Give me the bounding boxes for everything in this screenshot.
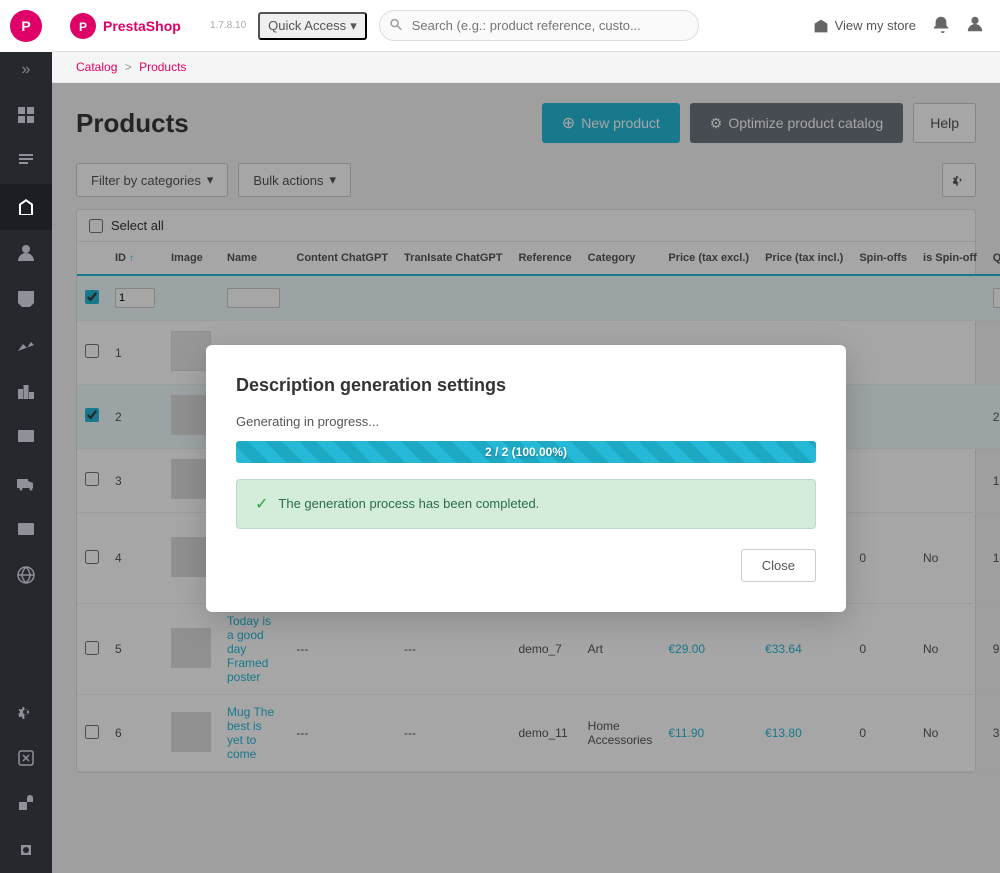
prestashop-logo-icon: P xyxy=(8,8,44,44)
view-my-store-link[interactable]: View my store xyxy=(813,18,916,34)
success-message-box: ✓ The generation process has been comple… xyxy=(236,479,816,529)
modal-overlay: Description generation settings Generati… xyxy=(52,83,1000,873)
user-account-icon[interactable] xyxy=(966,15,984,36)
sidebar-item-modules[interactable] xyxy=(0,368,52,414)
sidebar-item-dashboard[interactable] xyxy=(0,92,52,138)
page-content: Products ⊕ New product ⚙ Optimize produc… xyxy=(52,83,1000,873)
main-content-area: P PrestaShop 1.7.8.10 Quick Access ▾ Vie… xyxy=(52,0,1000,873)
sidebar-item-international[interactable] xyxy=(0,552,52,598)
modal-title: Description generation settings xyxy=(236,375,816,396)
sidebar-item-payment[interactable] xyxy=(0,506,52,552)
sidebar-item-stats[interactable] xyxy=(0,322,52,368)
svg-text:PrestaShop: PrestaShop xyxy=(103,18,181,34)
modal-close-button[interactable]: Close xyxy=(741,549,816,582)
breadcrumb-separator: > xyxy=(125,60,135,74)
sidebar-item-messages[interactable] xyxy=(0,276,52,322)
store-icon xyxy=(813,18,829,34)
svg-text:P: P xyxy=(21,18,30,34)
sidebar-item-design[interactable] xyxy=(0,414,52,460)
sidebar-nav xyxy=(0,88,52,873)
sidebar-item-settings[interactable] xyxy=(0,689,52,735)
sidebar-item-orders[interactable] xyxy=(0,138,52,184)
modal-subtitle: Generating in progress... xyxy=(236,414,816,429)
quick-access-label: Quick Access xyxy=(268,18,346,33)
sidebar: P » xyxy=(0,0,52,873)
search-bar xyxy=(379,10,699,41)
quick-access-button[interactable]: Quick Access ▾ xyxy=(258,12,367,40)
modal-footer: Close xyxy=(236,549,816,582)
header-right: View my store xyxy=(813,15,984,36)
success-message: The generation process has been complete… xyxy=(278,496,539,511)
svg-text:P: P xyxy=(79,20,87,34)
view-store-label: View my store xyxy=(835,18,916,33)
top-header: P PrestaShop 1.7.8.10 Quick Access ▾ Vie… xyxy=(52,0,1000,52)
breadcrumb: Catalog > Products xyxy=(52,52,1000,83)
progress-text: 2 / 2 (100.00%) xyxy=(485,445,567,459)
sidebar-item-customers[interactable] xyxy=(0,230,52,276)
success-check-icon: ✓ xyxy=(255,494,268,514)
brand-version: 1.7.8.10 xyxy=(210,20,246,31)
sidebar-item-shipping[interactable] xyxy=(0,460,52,506)
quick-access-chevron-icon: ▾ xyxy=(350,18,357,34)
brand-logo-icon: P PrestaShop xyxy=(68,11,198,41)
breadcrumb-products[interactable]: Products xyxy=(139,60,186,74)
description-generation-modal: Description generation settings Generati… xyxy=(206,345,846,612)
sidebar-item-advanced[interactable] xyxy=(0,735,52,781)
sidebar-expand-icon[interactable]: » xyxy=(0,52,52,88)
search-icon xyxy=(389,17,403,34)
breadcrumb-catalog[interactable]: Catalog xyxy=(76,60,117,74)
sidebar-item-catalog[interactable] xyxy=(0,184,52,230)
search-input[interactable] xyxy=(379,10,699,41)
progress-bar-wrap: 2 / 2 (100.00%) xyxy=(236,441,816,463)
notifications-icon[interactable] xyxy=(932,15,950,36)
brand-area: P PrestaShop 1.7.8.10 xyxy=(68,11,246,41)
sidebar-item-plugin2[interactable] xyxy=(0,827,52,873)
sidebar-logo: P xyxy=(0,0,52,52)
sidebar-item-plugin1[interactable] xyxy=(0,781,52,827)
